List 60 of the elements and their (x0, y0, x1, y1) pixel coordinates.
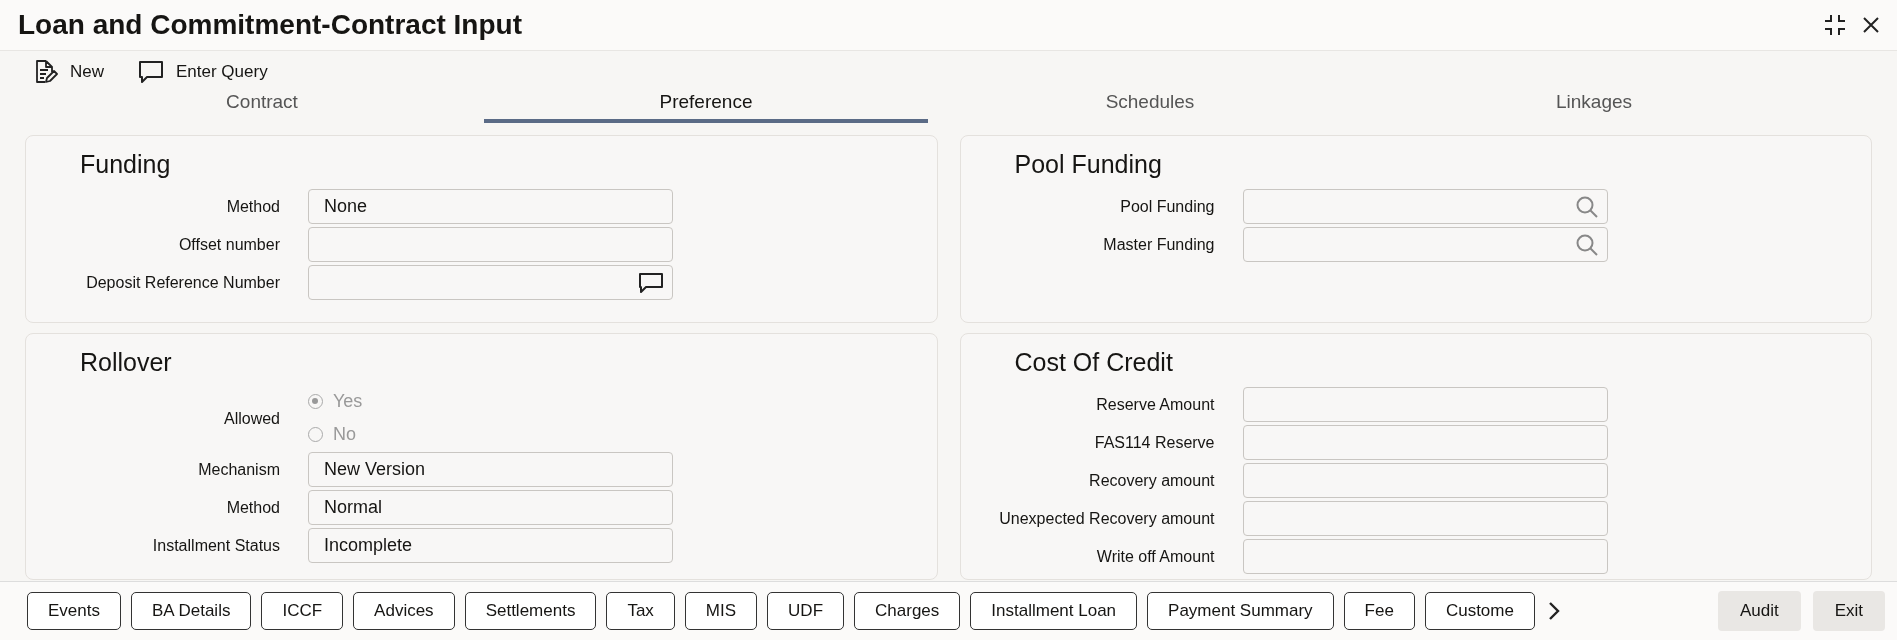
window-title: Loan and Commitment-Contract Input (18, 9, 522, 41)
input-field[interactable] (1242, 425, 1608, 460)
field-label: Installment Status (151, 536, 280, 555)
field-label: Method (225, 498, 280, 517)
field-label: Unexpected Recovery amount (998, 509, 1215, 528)
footer-button[interactable]: Tax (606, 592, 675, 630)
input-field[interactable] (1242, 189, 1608, 224)
footer-button[interactable]: Installment Loan (970, 592, 1138, 630)
footer-button[interactable]: Fee (1343, 592, 1415, 630)
input-field[interactable] (308, 265, 673, 300)
footer-button[interactable]: BA Details (131, 592, 252, 630)
chevron-right-icon[interactable] (1546, 601, 1561, 621)
input-field[interactable]: None (308, 189, 673, 224)
input-field[interactable] (1242, 501, 1608, 536)
collapse-icon[interactable] (1823, 13, 1847, 37)
field-label: Recovery amount (1088, 471, 1215, 490)
field-label: Master Funding (1102, 235, 1215, 254)
field-label: Mechanism (197, 460, 280, 479)
section-title: Funding (80, 150, 172, 179)
field-label: FAS114 Reserve (1093, 433, 1215, 452)
section-title: Pool Funding (1014, 150, 1163, 179)
footer-button[interactable]: Events (27, 592, 121, 630)
footer-button[interactable]: Settlements (464, 592, 597, 630)
close-icon[interactable] (1861, 15, 1881, 35)
input-field[interactable]: Normal (308, 490, 673, 525)
input-field[interactable] (308, 227, 673, 262)
footer-button[interactable]: Payment Summary (1147, 592, 1334, 630)
search-icon[interactable] (1574, 232, 1599, 257)
input-field[interactable]: Incomplete (308, 528, 673, 563)
footer-button[interactable]: ICCF (261, 592, 344, 630)
comment-icon (138, 60, 164, 84)
footer-button[interactable]: Custome (1424, 592, 1535, 630)
action-button[interactable]: Exit (1812, 591, 1885, 631)
search-icon[interactable] (1574, 194, 1599, 219)
comment-icon[interactable] (638, 271, 664, 294)
tab[interactable]: Contract (40, 85, 484, 123)
tab[interactable]: Preference (484, 85, 928, 123)
tab[interactable]: Linkages (1372, 85, 1816, 123)
footer-button[interactable]: Advices (353, 592, 455, 630)
input-field[interactable] (1242, 387, 1608, 422)
field-label: Pool Funding (1119, 197, 1215, 216)
footer-button[interactable]: UDF (767, 592, 845, 630)
input-field[interactable] (1242, 227, 1608, 262)
footer-button[interactable]: MIS (684, 592, 758, 630)
action-button[interactable]: Audit (1717, 591, 1801, 631)
field-label: Allowed (222, 408, 280, 428)
new-button[interactable]: New (32, 59, 104, 85)
section-title: Cost Of Credit (1014, 348, 1174, 377)
input-field[interactable] (1242, 463, 1608, 498)
input-field[interactable]: New Version (308, 452, 673, 487)
section-title: Rollover (80, 348, 173, 377)
field-label: Deposit Reference Number (85, 273, 280, 292)
tab[interactable]: Schedules (928, 85, 1372, 123)
field-label: Reserve Amount (1095, 395, 1215, 414)
query-button[interactable]: Enter Query (138, 59, 268, 85)
field-label: Write off Amount (1095, 547, 1215, 566)
field-label: Offset number (177, 235, 280, 254)
footer-button[interactable]: Charges (854, 592, 961, 630)
field-label: Method (225, 197, 280, 216)
input-field[interactable] (1242, 539, 1608, 574)
